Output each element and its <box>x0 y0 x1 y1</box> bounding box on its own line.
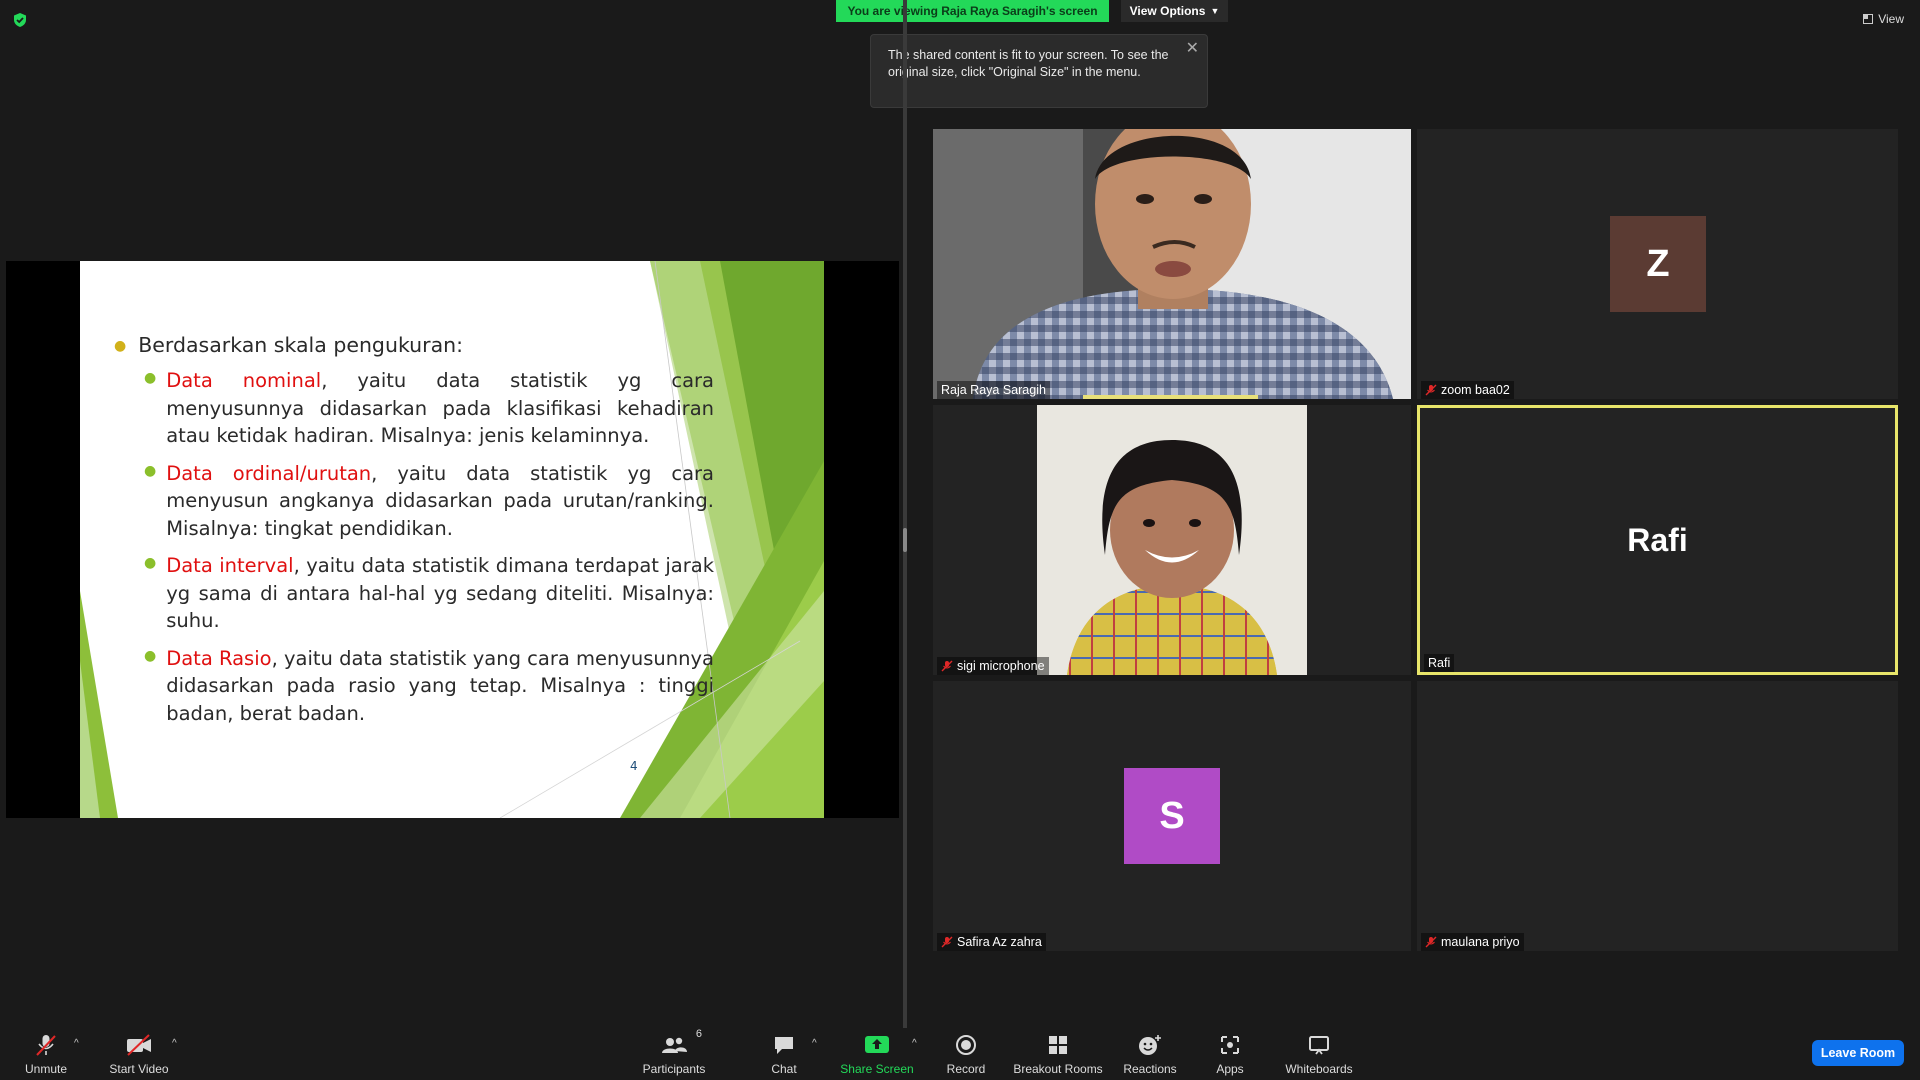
whiteboards-button[interactable]: Whiteboards <box>1280 1028 1358 1080</box>
record-button[interactable]: Record <box>944 1028 988 1080</box>
slide-item-term: Data nominal <box>166 369 322 392</box>
start-video-button[interactable]: Start Video <box>104 1028 174 1080</box>
close-icon[interactable]: ✕ <box>1186 40 1199 57</box>
participant-name: maulana priyo <box>1421 933 1524 951</box>
slide-item: ● Data ordinal/urutan, yaitu data statis… <box>144 460 714 543</box>
chevron-down-icon: ▼ <box>1210 6 1220 16</box>
apps-icon <box>1221 1036 1239 1054</box>
slide-item-term: Data Rasio <box>166 646 272 670</box>
split-divider[interactable] <box>903 0 907 1028</box>
share-options-caret[interactable]: ^ <box>912 1038 917 1049</box>
participant-tile[interactable]: Z zoom baa02 <box>1417 129 1898 399</box>
participant-name: Rafi <box>1424 654 1455 672</box>
slide-heading: ● Berdasarkan skala pengukuran: <box>114 333 714 357</box>
participant-name: Raja Raya Saragih <box>937 381 1050 399</box>
slide-item: ● Data interval, yaitu data statistik di… <box>144 552 714 635</box>
audio-options-caret[interactable]: ^ <box>74 1038 79 1049</box>
chat-button[interactable]: Chat <box>764 1028 804 1080</box>
breakout-rooms-button[interactable]: Breakout Rooms <box>1012 1028 1104 1080</box>
participant-display-name: Rafi <box>1627 521 1688 558</box>
video-off-icon <box>127 1034 151 1056</box>
apps-button[interactable]: Apps <box>1210 1028 1250 1080</box>
avatar: S <box>1124 768 1220 864</box>
participant-name: zoom baa02 <box>1421 381 1514 399</box>
mic-muted-icon <box>1425 936 1437 948</box>
mic-muted-icon <box>941 660 953 672</box>
presentation-slide: ● Berdasarkan skala pengukuran: ● Data n… <box>80 261 824 818</box>
slide-page-number: 4 <box>630 759 638 773</box>
slide-item: ● Data nominal, yaitu data statistik yg … <box>144 367 714 450</box>
slide-item-term: Data ordinal/urutan <box>166 461 372 485</box>
slide-heading-text: Berdasarkan skala pengukuran: <box>138 333 464 357</box>
share-screen-icon <box>865 1036 889 1053</box>
mic-muted-icon <box>36 1035 56 1056</box>
unmute-button[interactable]: Unmute <box>18 1028 74 1080</box>
bullet-icon: ● <box>144 370 157 386</box>
meeting-toolbar: Unmute ^ Start Video ^ 6 Participants Ch… <box>0 1028 1920 1080</box>
tooltip-text: The shared content is fit to your screen… <box>888 48 1169 79</box>
avatar: Z <box>1610 216 1706 312</box>
view-options-menu[interactable]: View Options ▼ <box>1121 0 1228 22</box>
bullet-icon: ● <box>144 555 157 571</box>
view-grid-icon <box>1863 14 1874 24</box>
bullet-icon: ● <box>144 647 157 664</box>
participants-count: 6 <box>695 1028 702 1040</box>
chat-options-caret[interactable]: ^ <box>812 1038 817 1049</box>
mic-muted-icon <box>941 936 953 948</box>
video-options-caret[interactable]: ^ <box>172 1038 177 1049</box>
leave-room-button[interactable]: Leave Room <box>1812 1040 1904 1066</box>
participant-name: sigi microphone <box>937 657 1049 675</box>
chat-icon <box>775 1037 793 1054</box>
bullet-icon: ● <box>144 462 157 479</box>
breakout-rooms-icon <box>1049 1036 1067 1054</box>
participant-tile[interactable]: Raja Raya Saragih <box>933 129 1411 399</box>
share-screen-button[interactable]: Share Screen <box>840 1028 914 1080</box>
view-button[interactable]: View <box>1863 12 1904 26</box>
participant-tile[interactable]: Rafi Rafi <box>1417 405 1898 675</box>
divider-handle[interactable] <box>903 528 907 552</box>
view-options-label: View Options <box>1129 4 1206 18</box>
bullet-icon: ● <box>114 338 127 354</box>
participant-tile[interactable]: maulana priyo <box>1417 681 1898 951</box>
slide-item: ● Data Rasio, yaitu data statistik yang … <box>144 645 714 728</box>
participant-name: Safira Az zahra <box>937 933 1046 951</box>
participant-photo <box>1037 405 1307 675</box>
active-speaker-indicator <box>1083 395 1258 399</box>
mic-muted-icon <box>1425 384 1437 396</box>
participants-button[interactable]: 6 Participants <box>640 1028 708 1080</box>
view-button-label: View <box>1878 12 1904 26</box>
slide-item-term: Data interval <box>166 554 294 577</box>
shared-screen: ● Berdasarkan skala pengukuran: ● Data n… <box>6 261 899 818</box>
participants-icon <box>662 1037 687 1053</box>
reactions-icon <box>1139 1035 1161 1055</box>
participant-tile[interactable]: sigi microphone <box>933 405 1411 675</box>
security-shield-icon[interactable] <box>12 12 28 28</box>
viewing-screen-banner: You are viewing Raja Raya Saragih's scre… <box>836 0 1109 22</box>
participant-tile[interactable]: S Safira Az zahra <box>933 681 1411 951</box>
reactions-button[interactable]: Reactions <box>1120 1028 1180 1080</box>
fit-to-screen-tooltip: The shared content is fit to your screen… <box>870 34 1208 108</box>
whiteboard-icon <box>1309 1036 1329 1055</box>
slide-content: ● Berdasarkan skala pengukuran: ● Data n… <box>114 333 714 737</box>
participant-video <box>933 129 1411 399</box>
record-icon <box>956 1035 976 1055</box>
